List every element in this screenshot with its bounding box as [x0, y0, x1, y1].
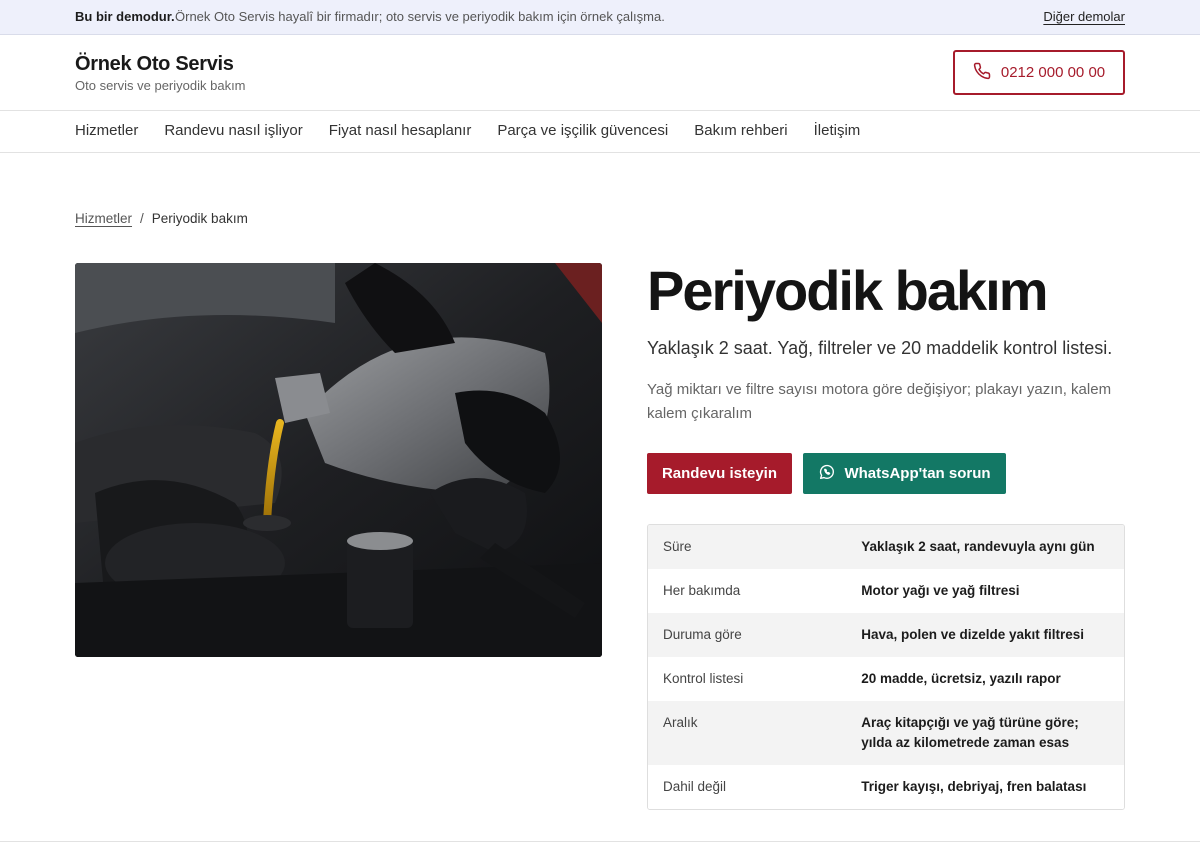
table-key: Kontrol listesi: [663, 671, 744, 686]
table-row: Aralık Araç kitapçığı ve yağ türüne göre…: [648, 701, 1124, 765]
table-value: Yaklaşık 2 saat, randevuyla aynı gün: [861, 539, 1095, 554]
table-row: Duruma göre Hava, polen ve dizelde yakıt…: [648, 613, 1124, 657]
nav-item-fiyat[interactable]: Fiyat nasıl hesaplanır: [329, 122, 472, 139]
table-row: Her bakımda Motor yağı ve yağ filtresi: [648, 569, 1124, 613]
table-key: Aralık: [663, 715, 698, 730]
table-value: Triger kayışı, debriyaj, fren balatası: [861, 779, 1087, 794]
nav-item-rehber[interactable]: Bakım rehberi: [694, 122, 787, 139]
brand-title[interactable]: Örnek Oto Servis: [75, 53, 234, 76]
demo-bar: Bu bir demodur. Örnek Oto Servis hayalî …: [0, 0, 1200, 35]
breadcrumb-separator: /: [140, 211, 144, 226]
table-row: Kontrol listesi 20 madde, ücretsiz, yazı…: [648, 657, 1124, 701]
whatsapp-button[interactable]: WhatsApp'tan sorun: [803, 453, 1006, 494]
page-description: Yağ miktarı ve filtre sayısı motora göre…: [647, 381, 1112, 422]
main-nav: Hizmetler Randevu nasıl işliyor Fiyat na…: [0, 111, 1200, 153]
service-info-table: Süre Yaklaşık 2 saat, randevuyla aynı gü…: [647, 524, 1125, 810]
nav-item-hizmetler[interactable]: Hizmetler: [75, 122, 138, 139]
breadcrumb: Hizmetler / Periyodik bakım: [75, 211, 248, 226]
table-key: Süre: [663, 539, 692, 554]
phone-number: 0212 000 00 00: [1000, 64, 1106, 81]
other-demos-link[interactable]: Diğer demolar: [1043, 9, 1125, 24]
demo-notice-strong: Bu bir demodur.: [75, 9, 175, 24]
demo-notice-text: Örnek Oto Servis hayalî bir firmadır; ot…: [175, 9, 665, 24]
hero-image: [75, 263, 602, 657]
table-value: 20 madde, ücretsiz, yazılı rapor: [861, 671, 1061, 686]
page-title: Periyodik bakım: [647, 259, 1049, 322]
phone-button[interactable]: 0212 000 00 00: [953, 50, 1125, 95]
table-value: Araç kitapçığı ve yağ türüne göre; yılda…: [861, 715, 1079, 750]
whatsapp-icon: [818, 463, 836, 485]
table-key: Duruma göre: [663, 627, 742, 642]
phone-icon: [973, 62, 991, 84]
nav-item-guvence[interactable]: Parça ve işçilik güvencesi: [497, 122, 668, 139]
breadcrumb-parent-link[interactable]: Hizmetler: [75, 211, 132, 226]
footer-divider: [0, 841, 1200, 842]
table-row: Dahil değil Triger kayışı, debriyaj, fre…: [648, 765, 1124, 809]
table-row: Süre Yaklaşık 2 saat, randevuyla aynı gü…: [648, 525, 1124, 569]
table-value: Motor yağı ve yağ filtresi: [861, 583, 1020, 598]
breadcrumb-current: Periyodik bakım: [151, 211, 248, 226]
page-lead: Yaklaşık 2 saat. Yağ, filtreler ve 20 ma…: [647, 338, 1113, 358]
nav-item-iletisim[interactable]: İletişim: [814, 122, 861, 139]
nav-item-randevu[interactable]: Randevu nasıl işliyor: [164, 122, 302, 139]
table-key: Her bakımda: [663, 583, 741, 598]
brand-subtitle: Oto servis ve periyodik bakım: [75, 78, 246, 93]
site-header: Örnek Oto Servis Oto servis ve periyodik…: [0, 35, 1200, 111]
table-value: Hava, polen ve dizelde yakıt filtresi: [861, 627, 1085, 642]
whatsapp-button-label: WhatsApp'tan sorun: [844, 465, 991, 482]
appointment-button[interactable]: Randevu isteyin: [647, 453, 792, 494]
table-key: Dahil değil: [663, 779, 727, 794]
